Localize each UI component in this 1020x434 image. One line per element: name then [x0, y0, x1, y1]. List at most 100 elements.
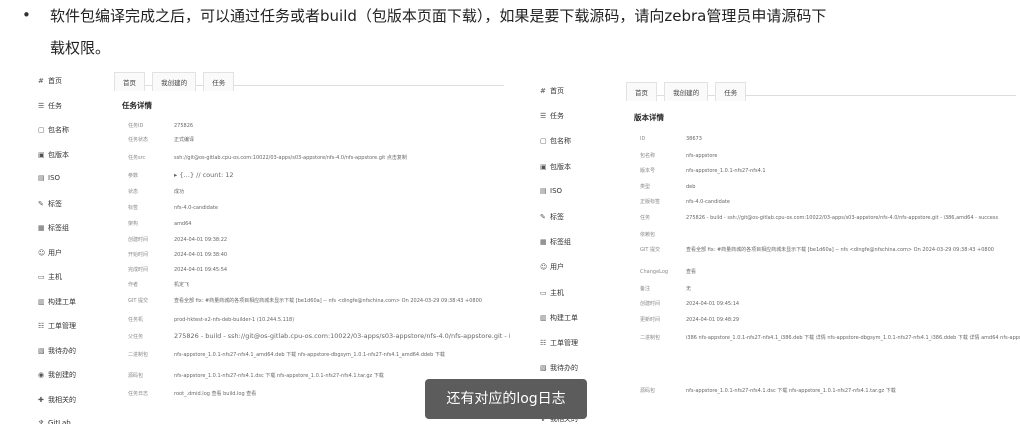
tab-task[interactable]: 任务	[203, 72, 235, 91]
detail-row: 包名称 nfs-appstore	[640, 152, 717, 159]
detail-value: 成功	[174, 189, 185, 195]
detail-key: 标签	[128, 205, 139, 211]
sidebar-item-label: 包版本	[550, 162, 571, 171]
sidebar-item-icon: ▣	[540, 162, 547, 171]
detail-row: 任务src ssh://git@os-gitlab.cpu-os.com:1002…	[128, 154, 407, 161]
sidebar-item[interactable]: ◉我创建的	[38, 370, 76, 380]
sidebar-item-icon: ☷	[38, 322, 45, 330]
detail-value: 2024-04-01 09:45:54	[174, 267, 228, 273]
detail-key: GIT 提交	[128, 298, 148, 304]
sidebar-item[interactable]: ☷ 工单管理	[540, 338, 578, 348]
detail-value: nfs-appstore_1.0.1-nfs27-nfs4.1	[686, 168, 766, 174]
sidebar-item[interactable]: ✚ 我相关的	[38, 395, 76, 405]
sidebar-item-icon: ▭	[38, 273, 45, 281]
sidebar-item[interactable]: ▥ 构建工单	[540, 313, 578, 323]
detail-row: GIT 提交 查看全部 fix: #商量商城的各项目相应商城未显示下载 [be1d…	[128, 297, 482, 304]
detail-key: 依赖包	[640, 232, 656, 238]
tab-home[interactable]: 首页	[114, 72, 145, 91]
sidebar-item[interactable]: ▣ 包版本	[540, 162, 571, 172]
sidebar-item[interactable]: ▦ 标签组	[38, 223, 69, 233]
detail-value: root_.dmid.log 查看 build.log 查看	[174, 391, 257, 397]
sidebar-item[interactable]: ▧ 我待办的	[38, 346, 76, 356]
sidebar-item[interactable]: ▭ 主机	[540, 288, 564, 298]
detail-key: 任务	[640, 215, 651, 221]
sidebar-item-label: 工单管理	[48, 322, 76, 330]
detail-key: ID	[640, 136, 646, 142]
sidebar-item[interactable]: ▧ 我待办的	[540, 363, 578, 373]
detail-row: 任务ID 275826	[128, 122, 193, 129]
sidebar-item-label: 主机	[550, 288, 564, 297]
left-tabs: 首页 我创建的 任务	[114, 70, 504, 91]
detail-key: GIT 提交	[640, 247, 660, 253]
detail-row: 父任务 275826 - build - ssh://git@os-gitlab.…	[128, 332, 510, 340]
sidebar-item[interactable]: ▤ ISO	[38, 174, 60, 182]
sidebar-item[interactable]: ▭ 主机	[38, 272, 62, 282]
detail-row: 开始时间 2024-04-01 09:38:40	[128, 251, 227, 258]
detail-value: i386 nfs-appstore_1.0.1-nfs27-nfs4.1_i38…	[686, 335, 1020, 341]
detail-row: 更新时间 2024-04-01 09:48:29	[640, 316, 739, 323]
sidebar-item-label: 标签	[48, 199, 62, 208]
detail-row: 源码包 nfs-appstore_1.0.1-nfs27-nfs4.1.dsc 下…	[128, 372, 384, 379]
detail-key: 父任务	[128, 334, 144, 340]
sidebar-item[interactable]: ▣ 包版本	[38, 150, 69, 160]
detail-row: 任务日志 root_.dmid.log 查看 build.log 查看	[128, 390, 256, 397]
detail-row: 正版标签 nfs-4.0-candidate	[640, 198, 730, 205]
detail-value: nfs-appstore_1.0.1-nfs27-nfs4.1.dsc 下载 n…	[174, 373, 384, 379]
sidebar-item[interactable]: ▢ 包名称	[540, 136, 571, 146]
detail-key: 版本号	[640, 168, 656, 174]
sidebar-item[interactable]: ✎ 标签	[38, 199, 62, 209]
sidebar-item[interactable]: ▥ 构建工单	[38, 297, 76, 307]
detail-row: 依赖包	[640, 231, 686, 238]
doc-paragraph-line2: 载权限。	[50, 39, 111, 57]
sidebar-item[interactable]: ☷ 工单管理	[38, 321, 76, 331]
detail-value: nfs-4.0-candidate	[686, 199, 730, 205]
left-sidebar: # 首页 ☰ 任务 ▢ 包名称 ▣ 包版本 ▤ ISO ✎ 标签 ▦ 标签组 ☺ 用户 ▭ 主机 ▥ 构建工单 ☷ 工单管…	[38, 64, 118, 424]
sidebar-item[interactable]: ✎ 标签	[540, 212, 564, 222]
detail-row: 作者 机定飞	[128, 281, 189, 288]
sidebar-item[interactable]: ☺ 用户	[540, 262, 564, 272]
tab-my-created[interactable]: 我创建的	[152, 72, 197, 91]
sidebar-item[interactable]: ☰ 任务	[540, 111, 564, 121]
sidebar-item[interactable]: ▤ ISO	[540, 187, 562, 195]
detail-value: 查看全部 fix: #商量商城的各项目相应商城未显示下载 [be1d60a] -…	[174, 298, 482, 304]
detail-value: amd64	[174, 221, 192, 227]
sidebar-item-label: 包版本	[48, 150, 69, 159]
sidebar-item-label: 首页	[48, 77, 62, 85]
detail-value: 2024-04-01 09:38:22	[174, 237, 228, 243]
detail-row: 任务状态 正式编译	[128, 136, 194, 143]
detail-row: 状态 成功	[128, 188, 184, 195]
detail-row: 版本号 nfs-appstore_1.0.1-nfs27-nfs4.1	[640, 167, 766, 174]
sidebar-item[interactable]: ▦ 标签组	[540, 237, 571, 247]
detail-value: 275826 - build - ssh://git@os-gitlab.cpu…	[686, 215, 999, 221]
tab-task[interactable]: 任务	[715, 82, 747, 101]
sidebar-item-label: ISO	[48, 174, 61, 182]
sidebar-item[interactable]: ♆ GitLab	[38, 419, 71, 424]
tab-my-created[interactable]: 我创建的	[664, 82, 709, 101]
sidebar-item-icon: ☰	[540, 112, 547, 121]
sidebar-item-icon: ☺	[540, 263, 548, 272]
sidebar-item-label: ISO	[550, 186, 563, 195]
sidebar-item-label: 工单管理	[550, 339, 578, 347]
sidebar-item-label: 用户	[550, 263, 564, 272]
sidebar-item-label: 我待办的	[550, 364, 578, 373]
detail-key: 类型	[640, 184, 651, 190]
sidebar-item-label: 构建工单	[550, 313, 578, 322]
detail-value: 275826	[174, 123, 194, 129]
detail-row: 类型 deb	[640, 183, 695, 190]
detail-key: 架构	[128, 221, 139, 227]
detail-value: nfs-4.0-candidate	[174, 205, 218, 211]
detail-value: nfs-appstore_1.0.1-nfs27-nfs4.1.dsc 下载 n…	[686, 388, 896, 394]
tab-home[interactable]: 首页	[626, 82, 657, 101]
sidebar-item[interactable]: ▢ 包名称	[38, 125, 69, 135]
sidebar-item[interactable]: # 首页	[38, 76, 62, 86]
sidebar-item-icon: ☷	[540, 339, 547, 347]
task-detail-screenshot: # 首页 ☰ 任务 ▢ 包名称 ▣ 包版本 ▤ ISO ✎ 标签 ▦ 标签组 ☺ 用户 ▭ 主机 ▥ 构建工单 ☷ 工单管…	[30, 64, 510, 424]
sidebar-item[interactable]: ☺ 用户	[38, 248, 62, 258]
sidebar-item-icon: ▤	[540, 186, 547, 195]
sidebar-item[interactable]: ☰ 任务	[38, 101, 62, 111]
sidebar-item-label: 主机	[48, 273, 62, 281]
detail-key: 任务ID	[128, 123, 144, 129]
sidebar-item-label: 包名称	[550, 137, 571, 146]
sidebar-item-label: GitLab	[48, 419, 71, 424]
sidebar-item[interactable]: # 首页	[540, 86, 564, 96]
